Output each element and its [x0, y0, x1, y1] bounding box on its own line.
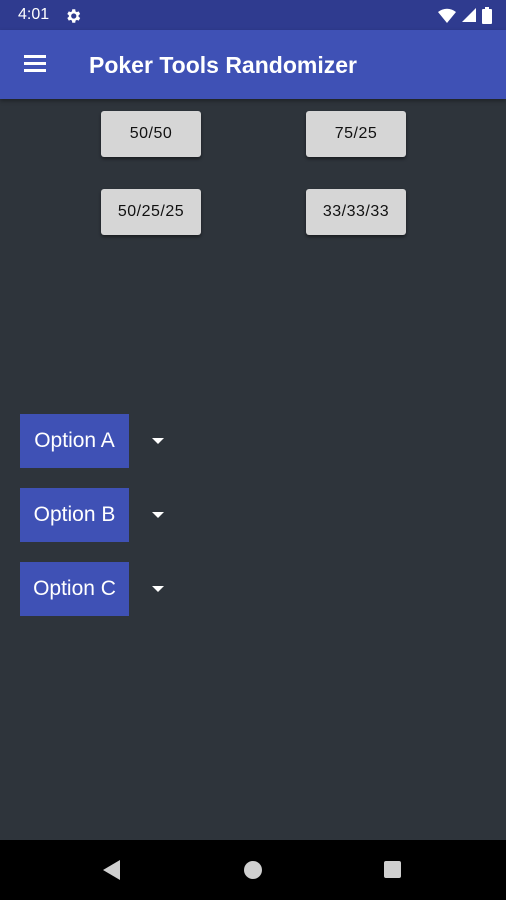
option-c-button[interactable]: Option C: [20, 562, 129, 616]
status-time: 4:01: [18, 6, 50, 23]
split-50-50-button[interactable]: 50/50: [101, 111, 201, 157]
option-row-c: Option C: [20, 562, 164, 616]
split-75-25-button[interactable]: 75/25: [306, 111, 406, 157]
recents-icon[interactable]: [384, 861, 401, 878]
cell-signal-icon: [462, 8, 476, 22]
dropdown-arrow-icon[interactable]: [152, 586, 164, 592]
hamburger-menu-icon[interactable]: [22, 52, 48, 76]
status-icons: [438, 6, 492, 24]
battery-icon: [482, 6, 492, 24]
option-row-b: Option B: [20, 488, 164, 542]
split-50-25-25-button[interactable]: 50/25/25: [101, 189, 201, 235]
option-b-button[interactable]: Option B: [20, 488, 129, 542]
app-screen: 4:01 Poker Tools Randomizer 50/50 75/25: [0, 0, 506, 900]
dropdown-arrow-icon[interactable]: [152, 438, 164, 444]
app-title: Poker Tools Randomizer: [89, 52, 357, 78]
wifi-icon: [438, 8, 456, 23]
option-row-a: Option A: [20, 414, 164, 468]
dropdown-arrow-icon[interactable]: [152, 512, 164, 518]
app-bar: Poker Tools Randomizer: [0, 30, 506, 99]
system-nav-bar: [0, 840, 506, 900]
status-bar: 4:01: [0, 0, 506, 30]
gear-icon: [67, 9, 81, 23]
home-icon[interactable]: [244, 861, 262, 879]
split-33-33-33-button[interactable]: 33/33/33: [306, 189, 406, 235]
option-a-button[interactable]: Option A: [20, 414, 129, 468]
back-icon[interactable]: [103, 860, 120, 880]
